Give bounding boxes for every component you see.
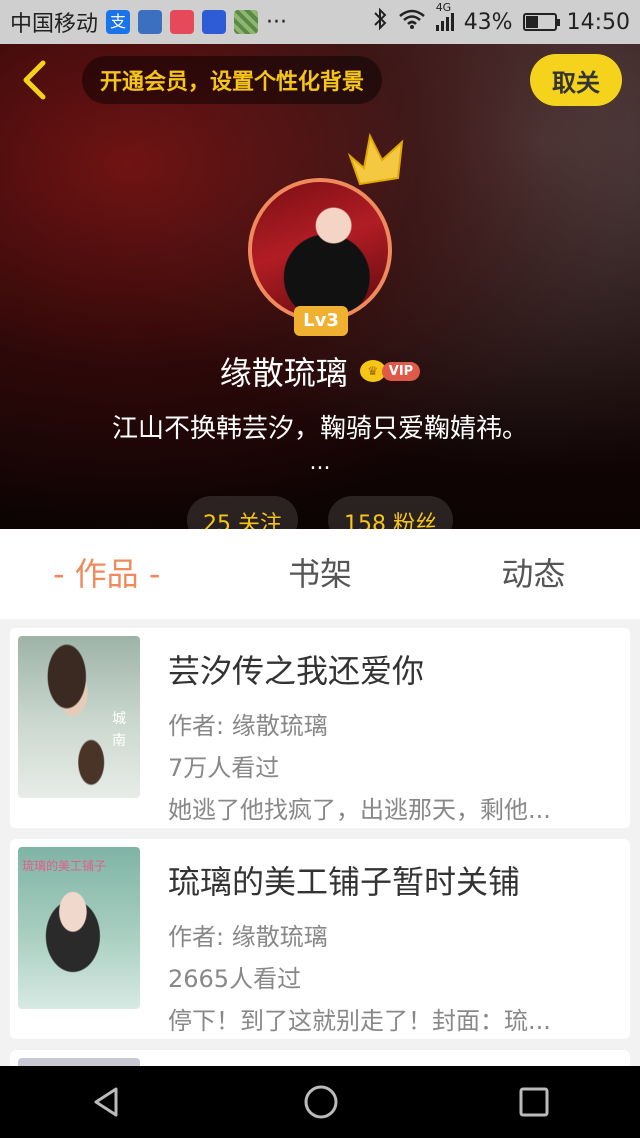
back-button[interactable]	[14, 58, 54, 102]
profile-signature: 江山不换韩芸汐，鞠骑只爱鞠婧祎。	[111, 414, 528, 444]
more-notifications-icon: ···	[266, 9, 287, 35]
system-nav-bar	[0, 1066, 640, 1138]
level-badge: Lv3	[294, 306, 348, 336]
baidu-icon	[202, 10, 227, 34]
status-bar: 中国移动 支 ··· 4G 43% 14:50	[0, 0, 640, 44]
tab-works[interactable]: - 作品 -	[0, 529, 213, 619]
cover-text: 琉璃的美工铺子	[22, 859, 107, 873]
carrier-label: 中国移动	[10, 12, 99, 37]
chevron-left-icon	[23, 60, 46, 100]
book-views: 2665人看过	[168, 965, 302, 993]
expand-signature[interactable]: ...	[0, 450, 640, 475]
vip-background-banner[interactable]: 开通会员，设置个性化背景	[82, 56, 383, 104]
back-nav-icon[interactable]	[90, 1085, 124, 1119]
book-cover[interactable]: 城 南	[18, 636, 140, 798]
bluetooth-icon	[372, 7, 388, 37]
list-item[interactable]: 琉璃的美工铺子 琉璃的美工铺子暂时关铺 作者: 缘散琉璃 2665人看过 停下！…	[10, 839, 630, 1039]
signal-icon: 4G	[435, 1, 454, 31]
vip-label: VIP	[381, 361, 421, 381]
video-app-icon	[170, 10, 195, 34]
book-author: 作者: 缘散琉璃	[168, 712, 328, 740]
profile-header: 开通会员，设置个性化背景 取关 Lv3 缘散琉璃 ♛ VIP 江山不换韩芸汐，鞠…	[0, 44, 640, 529]
book-author: 作者: 缘散琉璃	[168, 923, 328, 951]
avatar[interactable]	[248, 178, 392, 322]
book-title[interactable]: 琉璃的美工铺子暂时关铺	[168, 857, 520, 903]
stats-row: 25 关注 158 粉丝	[0, 496, 640, 529]
following-count[interactable]: 25 关注	[187, 496, 298, 529]
alipay-icon: 支	[106, 10, 131, 34]
book-description: 她逃了他找疯了，出逃那天，剩他...	[168, 796, 551, 824]
wifi-icon	[398, 8, 426, 36]
book-cover[interactable]: 琉璃的美工铺子	[18, 847, 140, 1009]
avatar-container[interactable]: Lv3	[248, 132, 404, 336]
vip-badge: ♛ VIP	[359, 360, 421, 382]
username-row: 缘散琉璃 ♛ VIP	[0, 348, 640, 394]
book-title[interactable]: 芸汐传之我还爱你	[168, 646, 424, 692]
photo-app-icon	[234, 10, 259, 34]
network-type: 4G	[435, 1, 452, 14]
unfollow-button[interactable]: 取关	[530, 54, 622, 106]
followers-count[interactable]: 158 粉丝	[328, 496, 453, 529]
gallery-icon	[138, 10, 163, 34]
cover-text: 城 南	[112, 711, 126, 749]
home-nav-icon[interactable]	[303, 1084, 339, 1120]
username: 缘散琉璃	[219, 354, 348, 392]
recents-nav-icon[interactable]	[518, 1086, 550, 1118]
battery-fill	[525, 16, 538, 28]
tab-bookshelf[interactable]: 书架	[213, 529, 426, 619]
book-description: 停下！到了这就别走了！封面：琉...	[168, 1007, 551, 1035]
profile-tabs: - 作品 - 书架 动态	[0, 529, 640, 619]
list-item[interactable]: 城 南 芸汐传之我还爱你 作者: 缘散琉璃 7万人看过 她逃了他找疯了，出逃那天…	[10, 628, 630, 828]
tab-activity[interactable]: 动态	[427, 529, 640, 619]
clock: 14:50	[566, 9, 630, 35]
battery-icon	[522, 13, 560, 31]
crown-icon	[347, 132, 404, 186]
book-views: 7万人看过	[168, 754, 280, 782]
battery-percent: 43%	[463, 9, 513, 35]
